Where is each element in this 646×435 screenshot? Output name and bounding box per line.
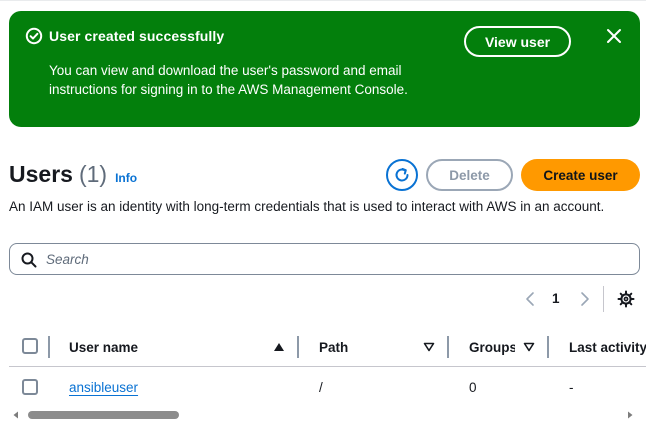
chevron-right-icon[interactable] [579,290,591,308]
pagination-page-number[interactable]: 1 [552,291,560,306]
search-icon [21,252,37,268]
gear-icon[interactable] [617,290,635,308]
refresh-icon [395,168,409,182]
last-activity-cell: - [569,380,574,395]
select-all-checkbox[interactable] [22,338,38,354]
top-divider [0,0,646,2]
users-header: Users (1) Info [9,161,137,188]
page-description: An IAM user is an identity with long-ter… [9,199,605,214]
search-input[interactable] [46,249,626,269]
users-count: (1) [78,161,108,187]
path-cell: / [319,380,323,395]
close-icon[interactable] [605,27,623,45]
sort-ascending-icon[interactable] [273,342,285,352]
check-circle-icon [25,27,43,45]
table-header-divider [9,366,646,367]
success-flash-banner: User created successfully You can view a… [9,11,640,127]
scroll-left-arrow-icon[interactable] [12,411,20,419]
sort-descending-icon[interactable] [423,342,435,352]
flash-title: User created successfully [49,28,225,44]
view-user-button[interactable]: View user [464,26,571,57]
column-divider [48,336,50,358]
user-name-link[interactable]: ansibleuser [69,380,138,395]
page-title: Users [9,161,73,187]
row-select-checkbox[interactable] [22,379,38,395]
column-divider[interactable] [297,336,299,358]
info-link[interactable]: Info [115,171,137,185]
flash-message: You can view and download the user's pas… [49,63,408,97]
column-divider[interactable] [447,336,449,358]
column-header-groups[interactable]: Groups [469,340,515,355]
sort-descending-icon[interactable] [523,342,535,352]
chevron-left-icon[interactable] [524,290,536,308]
column-divider[interactable] [547,336,549,358]
scroll-right-arrow-icon[interactable] [626,411,634,419]
pagination-divider [603,286,604,312]
search-box[interactable] [9,243,640,275]
column-header-user-name[interactable]: User name [69,340,138,355]
delete-button[interactable]: Delete [426,159,513,191]
create-user-button[interactable]: Create user [521,159,640,191]
column-header-path[interactable]: Path [319,340,348,355]
column-header-last-activity[interactable]: Last activity [569,340,646,355]
groups-cell: 0 [469,380,477,395]
refresh-button[interactable] [386,159,418,191]
horizontal-scrollbar-thumb[interactable] [28,411,179,419]
